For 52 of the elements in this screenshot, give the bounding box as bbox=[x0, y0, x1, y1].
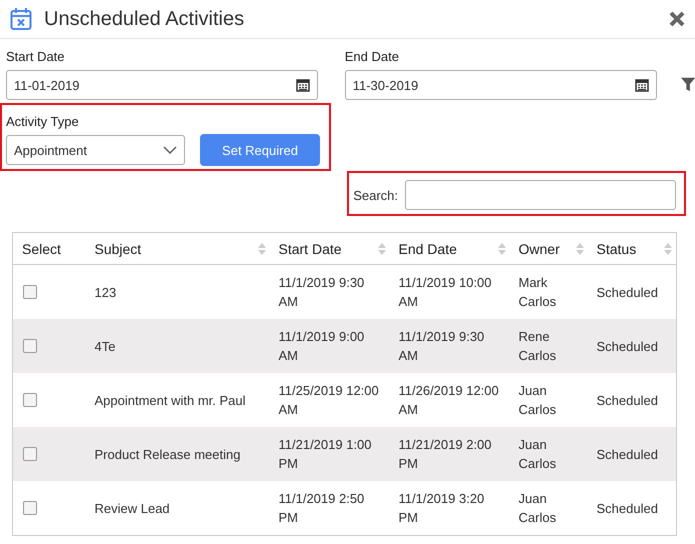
column-header: Select bbox=[12, 232, 86, 264]
row-checkbox[interactable] bbox=[23, 285, 37, 299]
table-cell: Rene Carlos bbox=[510, 319, 588, 373]
table-cell: 123 bbox=[86, 264, 270, 319]
table-cell: 11/1/2019 9:00 AM bbox=[270, 319, 390, 373]
search-field[interactable] bbox=[405, 180, 676, 210]
table-cell: 11/21/2019 1:00 PM bbox=[270, 427, 390, 481]
window-title: Unscheduled Activities bbox=[44, 8, 246, 30]
table-cell: 11/1/2019 2:50 PM bbox=[270, 481, 390, 536]
table-cell: Scheduled bbox=[588, 319, 676, 373]
field-label: End Date bbox=[344, 49, 400, 64]
table-cell: Product Release meeting bbox=[86, 427, 270, 481]
set-required-button[interactable]: Set Required bbox=[200, 134, 320, 166]
calendar-icon bbox=[10, 7, 32, 31]
table-cell: 11/1/2019 10:00 AM bbox=[390, 264, 510, 319]
table-cell: 11/1/2019 9:30 AM bbox=[390, 319, 510, 373]
row-checkbox[interactable] bbox=[23, 501, 37, 515]
search-label: Search: bbox=[353, 188, 398, 202]
column-header[interactable]: Owner bbox=[510, 232, 588, 264]
table-cell: 11/1/2019 3:20 PM bbox=[390, 481, 510, 536]
table-cell: Juan Carlos bbox=[510, 373, 588, 427]
column-header[interactable]: Start Date bbox=[270, 232, 390, 264]
row-checkbox[interactable] bbox=[23, 393, 37, 407]
row-checkbox[interactable] bbox=[23, 339, 37, 353]
column-header[interactable]: Status bbox=[588, 232, 676, 264]
chevron-down-icon bbox=[163, 146, 177, 154]
table-cell: Scheduled bbox=[588, 264, 676, 319]
table-cell: 4Te bbox=[86, 319, 270, 373]
table-cell: 11/26/2019 12:00 AM bbox=[390, 373, 510, 427]
table-cell: Mark Carlos bbox=[510, 264, 588, 319]
table-cell: Scheduled bbox=[588, 481, 676, 536]
table-cell: Appointment with mr. Paul bbox=[86, 373, 270, 427]
calendar-icon bbox=[634, 78, 649, 92]
date-field[interactable]: 11-30-2019 bbox=[344, 70, 657, 100]
column-header[interactable]: End Date bbox=[390, 232, 510, 264]
table-cell: 11/21/2019 2:00 PM bbox=[390, 427, 510, 481]
column-header[interactable]: Subject bbox=[86, 232, 270, 264]
close-icon[interactable] bbox=[669, 11, 685, 27]
table-cell: Scheduled bbox=[588, 373, 676, 427]
filter-icon[interactable] bbox=[680, 76, 695, 92]
date-field[interactable]: 11-01-2019 bbox=[6, 70, 318, 100]
row-checkbox[interactable] bbox=[23, 447, 37, 461]
table-cell: Scheduled bbox=[588, 427, 676, 481]
table-cell: 11/1/2019 9:30 AM bbox=[270, 264, 390, 319]
table-cell: Juan Carlos bbox=[510, 427, 588, 481]
table-cell: 11/25/2019 12:00 AM bbox=[270, 373, 390, 427]
field-label: Activity Type bbox=[6, 114, 80, 129]
calendar-icon bbox=[296, 78, 310, 92]
table-cell: Review Lead bbox=[86, 481, 270, 536]
field-label: Start Date bbox=[6, 49, 66, 64]
activity-type-dropdown[interactable]: Appointment bbox=[6, 135, 185, 165]
table-cell: Juan Carlos bbox=[510, 481, 588, 536]
